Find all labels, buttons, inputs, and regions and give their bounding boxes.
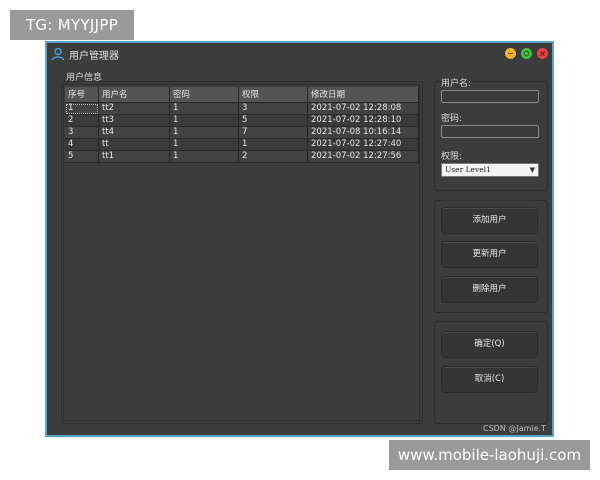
cell-date[interactable]: 2021-07-02 12:28:08 xyxy=(308,103,419,115)
cell-id[interactable]: 1 xyxy=(65,103,99,115)
table-header: 序号 用户名 密码 权限 修改日期 xyxy=(65,87,419,103)
cell-date[interactable]: 2021-07-08 10:16:14 xyxy=(308,127,419,139)
cell-username[interactable]: tt4 xyxy=(99,127,170,139)
title-bar[interactable]: 用户管理器 xyxy=(47,43,552,65)
cell-level[interactable]: 2 xyxy=(239,151,308,163)
cell-username[interactable]: tt2 xyxy=(99,103,170,115)
table-row[interactable]: 3 tt4 1 7 2021-07-08 10:16:14 xyxy=(65,127,419,139)
watermark-top: TG: MYYJJPP xyxy=(10,10,134,40)
level-select-value: User Level1 xyxy=(445,165,491,174)
user-icon xyxy=(51,47,65,61)
chevron-down-icon: ▼ xyxy=(529,166,535,174)
table-row[interactable]: 2 tt3 1 5 2021-07-02 12:28:10 xyxy=(65,115,419,127)
cell-password[interactable]: 1 xyxy=(170,127,239,139)
cell-level[interactable]: 5 xyxy=(239,115,308,127)
table-row[interactable]: 4 tt 1 1 2021-07-02 12:27:40 xyxy=(65,139,419,151)
cancel-button[interactable]: 取消(C) xyxy=(441,366,538,393)
window-title: 用户管理器 xyxy=(69,50,119,62)
cell-id[interactable]: 3 xyxy=(65,127,99,139)
cell-date[interactable]: 2021-07-02 12:28:10 xyxy=(308,115,419,127)
cell-id[interactable]: 2 xyxy=(65,115,99,127)
cell-username[interactable]: tt xyxy=(99,139,170,151)
column-header-level[interactable]: 权限 xyxy=(239,87,308,103)
cell-level[interactable]: 3 xyxy=(239,103,308,115)
cell-level[interactable]: 1 xyxy=(239,139,308,151)
credit-text: CSDN @Jamie.T xyxy=(483,424,546,433)
user-table[interactable]: 序号 用户名 密码 权限 修改日期 1 tt2 1 3 2021-07-02 1… xyxy=(63,84,420,421)
cell-date[interactable]: 2021-07-02 12:27:56 xyxy=(308,151,419,163)
cell-id[interactable]: 5 xyxy=(65,151,99,163)
ok-button[interactable]: 确定(Q) xyxy=(441,331,538,358)
password-input[interactable] xyxy=(441,125,539,138)
column-header-date[interactable]: 修改日期 xyxy=(308,87,419,103)
username-input[interactable] xyxy=(441,90,539,103)
password-label: 密码: xyxy=(441,114,463,124)
username-label: 用户名: xyxy=(441,79,472,89)
minimize-icon[interactable] xyxy=(505,48,516,59)
cell-date[interactable]: 2021-07-02 12:27:40 xyxy=(308,139,419,151)
cell-password[interactable]: 1 xyxy=(170,115,239,127)
cell-username[interactable]: tt1 xyxy=(99,151,170,163)
maximize-icon[interactable] xyxy=(521,48,532,59)
update-user-button[interactable]: 更新用户 xyxy=(441,241,538,268)
level-select[interactable]: User Level1 ▼ xyxy=(441,163,539,177)
cell-password[interactable]: 1 xyxy=(170,139,239,151)
cell-password[interactable]: 1 xyxy=(170,103,239,115)
table-row[interactable]: 1 tt2 1 3 2021-07-02 12:28:08 xyxy=(65,103,419,115)
level-label: 权限: xyxy=(441,152,463,162)
user-manager-window: 用户管理器 用户信息 序号 用户名 密码 权限 修改日期 1 tt2 1 3 2… xyxy=(45,41,554,437)
cell-password[interactable]: 1 xyxy=(170,151,239,163)
delete-user-button[interactable]: 删除用户 xyxy=(441,276,538,303)
cell-level[interactable]: 7 xyxy=(239,127,308,139)
cell-username[interactable]: tt3 xyxy=(99,115,170,127)
column-header-id[interactable]: 序号 xyxy=(65,87,99,103)
table-row[interactable]: 5 tt1 1 2 2021-07-02 12:27:56 xyxy=(65,151,419,163)
add-user-button[interactable]: 添加用户 xyxy=(441,207,538,234)
column-header-password[interactable]: 密码 xyxy=(170,87,239,103)
close-icon[interactable] xyxy=(537,48,548,59)
watermark-bottom: www.mobile-laohuji.com xyxy=(389,440,590,470)
cell-id[interactable]: 4 xyxy=(65,139,99,151)
column-header-username[interactable]: 用户名 xyxy=(99,87,170,103)
